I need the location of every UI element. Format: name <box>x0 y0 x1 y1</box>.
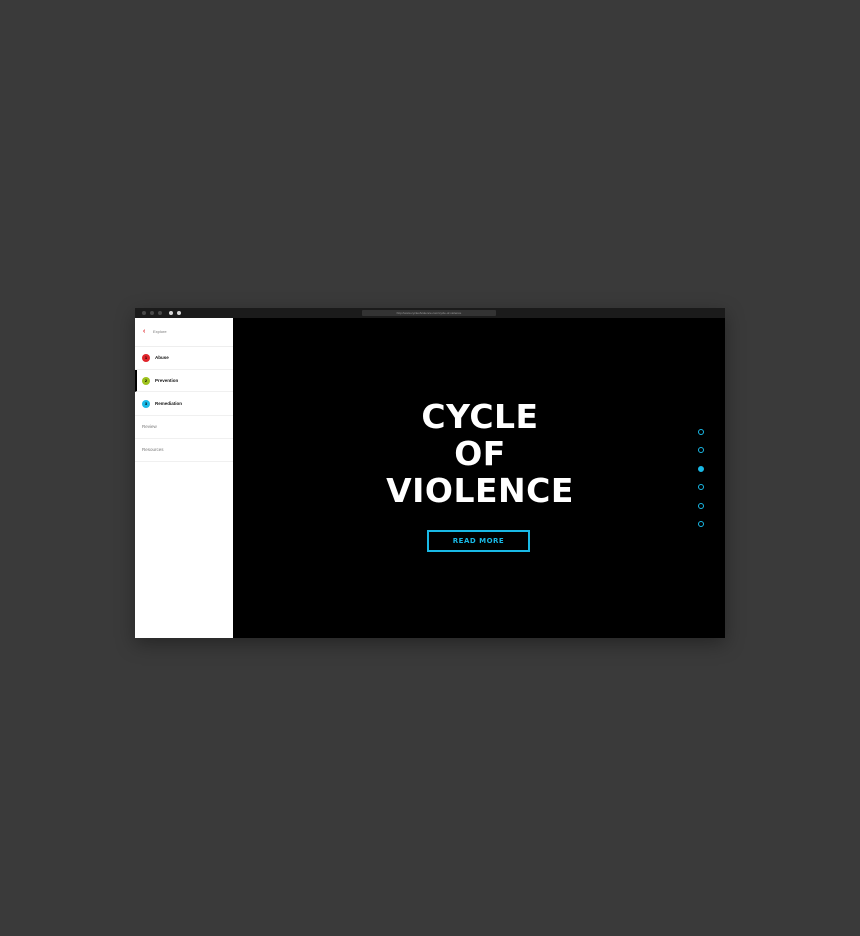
hero-title-line: CYCLE <box>421 397 539 436</box>
sidebar-item-resources[interactable]: Resources <box>135 439 233 462</box>
address-bar[interactable]: http://www.cycleofviolence.com/cycle-of-… <box>362 310 496 316</box>
read-more-button[interactable]: READ MORE <box>427 530 530 552</box>
sidebar: ‹ Explore 1 Abuse 2 Prevention 3 Remedia… <box>135 318 233 638</box>
section-pager <box>698 429 706 539</box>
hero-title: CYCLE OF VIOLENCE <box>345 398 615 509</box>
pager-dot[interactable] <box>698 447 704 454</box>
hero-title-line: VIOLENCE <box>386 471 574 510</box>
sidebar-item-label: Remediation <box>155 401 183 406</box>
browser-titlebar: http://www.cycleofviolence.com/cycle-of-… <box>135 308 725 318</box>
pager-dot[interactable] <box>698 484 704 491</box>
nav-back-icon[interactable] <box>169 311 173 315</box>
sidebar-item-label: Prevention <box>155 378 179 383</box>
sidebar-item-label: Resources <box>142 447 164 452</box>
explore-label: Explore <box>153 329 167 334</box>
pager-dot[interactable] <box>698 429 704 435</box>
sidebar-item-label: Review <box>142 424 157 429</box>
browser-window: http://www.cycleofviolence.com/cycle-of-… <box>135 308 725 638</box>
pager-dot[interactable] <box>698 520 704 527</box>
sidebar-item-abuse[interactable]: 1 Abuse <box>135 347 233 370</box>
sidebar-item-review[interactable]: Review <box>135 416 233 439</box>
sidebar-item-remediation[interactable]: 3 Remediation <box>135 393 233 416</box>
window-maximize-button[interactable] <box>158 311 162 315</box>
window-close-button[interactable] <box>142 311 146 315</box>
prevention-dot-icon: 2 <box>142 377 150 385</box>
abuse-dot-icon: 1 <box>142 354 150 362</box>
chevron-left-icon: ‹ <box>143 328 146 335</box>
remediation-dot-icon: 3 <box>142 400 150 408</box>
pager-dot-active[interactable] <box>698 465 704 472</box>
nav-forward-icon[interactable] <box>177 311 181 315</box>
explore-back-link[interactable]: ‹ Explore <box>135 318 233 347</box>
pager-dot[interactable] <box>698 502 704 509</box>
sidebar-item-label: Abuse <box>155 355 169 360</box>
window-minimize-button[interactable] <box>150 311 154 315</box>
sidebar-item-prevention[interactable]: 2 Prevention <box>135 370 233 392</box>
hero-title-line: OF <box>454 434 506 473</box>
